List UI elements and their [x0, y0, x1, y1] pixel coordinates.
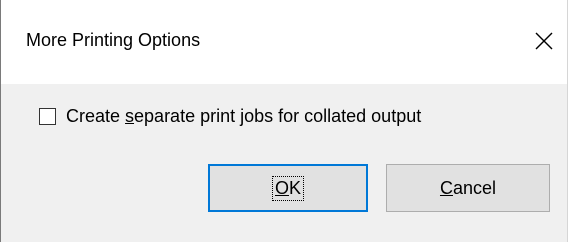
- separate-print-jobs-checkbox[interactable]: [39, 108, 56, 125]
- close-icon: [535, 32, 553, 50]
- cancel-button-label: Cancel: [439, 177, 497, 198]
- ok-button[interactable]: OK: [208, 164, 368, 212]
- cancel-button[interactable]: Cancel: [386, 164, 550, 212]
- separate-print-jobs-option[interactable]: Create separate print jobs for collated …: [39, 106, 421, 127]
- more-printing-options-dialog: More Printing Options Create separate pr…: [0, 0, 568, 242]
- close-button[interactable]: [521, 20, 567, 62]
- dialog-title: More Printing Options: [26, 30, 201, 50]
- separate-print-jobs-label[interactable]: Create separate print jobs for collated …: [66, 106, 421, 127]
- title-bar: More Printing Options: [1, 0, 567, 84]
- ok-button-label: OK: [271, 175, 305, 201]
